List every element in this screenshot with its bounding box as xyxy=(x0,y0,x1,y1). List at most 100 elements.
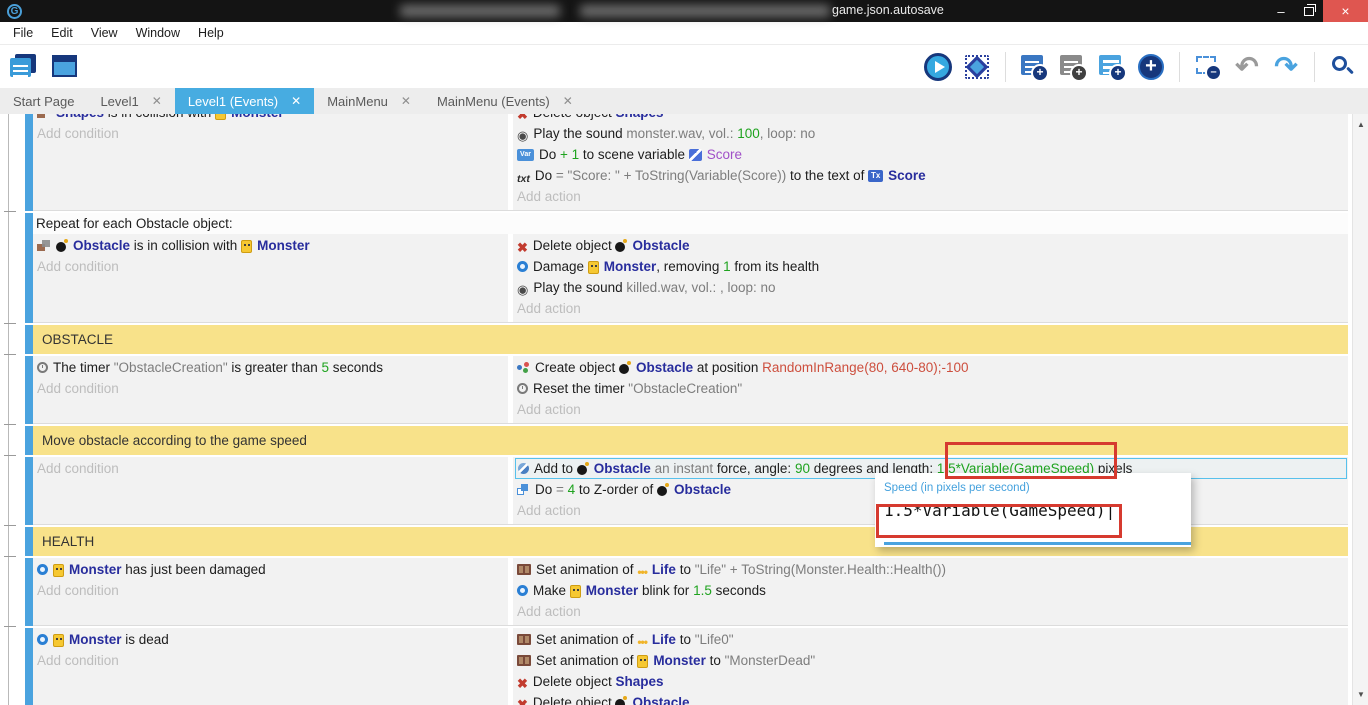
action-row[interactable]: Set animation of Monster to "MonsterDead… xyxy=(515,650,1348,671)
redo-icon[interactable] xyxy=(1271,52,1301,82)
text-segment: Obstacle xyxy=(674,482,731,497)
redacted-title-text xyxy=(400,5,560,17)
bomb-icon xyxy=(577,462,589,475)
tab-start-page[interactable]: Start Page xyxy=(0,88,87,114)
action-row[interactable]: Delete object Obstacle xyxy=(515,235,1348,256)
project-manager-icon[interactable] xyxy=(8,52,38,82)
add-condition-placeholder[interactable]: Add condition xyxy=(35,580,508,601)
text-segment: seconds xyxy=(712,583,766,598)
add-other-icon[interactable] xyxy=(1136,52,1166,82)
condition-row[interactable]: Shapes is in collision with Monster xyxy=(35,114,508,123)
add-condition-placeholder[interactable]: Add condition xyxy=(35,256,508,277)
menu-help[interactable]: Help xyxy=(189,26,233,40)
minimize-button[interactable]: – xyxy=(1267,0,1295,22)
scroll-down-icon[interactable]: ▼ xyxy=(1353,690,1368,699)
add-comment-icon[interactable] xyxy=(1058,52,1088,82)
menu-file[interactable]: File xyxy=(4,26,42,40)
gear-icon xyxy=(517,261,528,272)
text-segment: Add action xyxy=(517,189,581,204)
event-highlight-bar xyxy=(25,628,33,705)
event-block: The timer "ObstacleCreation" is greater … xyxy=(25,356,1348,424)
comment-text[interactable]: OBSTACLE xyxy=(33,325,1348,354)
annotation-red-box-input xyxy=(876,504,1122,538)
add-action-placeholder[interactable]: Add action xyxy=(515,186,1348,207)
play-icon[interactable] xyxy=(923,52,953,82)
monster-icon xyxy=(53,564,64,577)
action-row[interactable]: Create object Obstacle at position Rando… xyxy=(515,357,1348,378)
scene-editor-icon[interactable] xyxy=(50,52,80,82)
text-segment: Shapes xyxy=(56,114,104,120)
text-segment: + 1 xyxy=(560,147,579,162)
undo-icon[interactable] xyxy=(1232,52,1262,82)
action-row[interactable]: Set animation of Life to "Life" + ToStri… xyxy=(515,559,1348,580)
textobj-icon xyxy=(868,170,883,182)
action-row[interactable]: Set animation of Life to "Life0" xyxy=(515,629,1348,650)
close-icon[interactable]: ✕ xyxy=(152,94,162,108)
debug-icon[interactable] xyxy=(962,52,992,82)
menu-bar: FileEditViewWindowHelp xyxy=(0,22,1368,45)
search-icon[interactable] xyxy=(1328,52,1358,82)
close-icon[interactable]: ✕ xyxy=(401,94,411,108)
menu-edit[interactable]: Edit xyxy=(42,26,82,40)
action-row[interactable]: Damage Monster, removing 1 from its heal… xyxy=(515,256,1348,277)
event-highlight-bar xyxy=(25,426,33,455)
condition-row[interactable]: Monster is dead xyxy=(35,629,508,650)
conditions-column: Monster is deadAdd condition xyxy=(33,628,508,705)
menu-view[interactable]: View xyxy=(82,26,127,40)
add-action-placeholder[interactable]: Add action xyxy=(515,601,1348,622)
life-icon xyxy=(637,561,647,580)
action-row[interactable]: Reset the timer "ObstacleCreation" xyxy=(515,378,1348,399)
close-icon[interactable]: ✕ xyxy=(563,94,573,108)
conditions-column: Shapes is in collision with MonsterAdd c… xyxy=(33,114,508,210)
action-row[interactable]: Delete object Obstacle xyxy=(515,692,1348,705)
action-row[interactable]: Delete object Shapes xyxy=(515,114,1348,123)
close-icon[interactable]: ✕ xyxy=(291,94,301,108)
action-row[interactable]: Make Monster blink for 1.5 seconds xyxy=(515,580,1348,601)
text-segment: Add action xyxy=(517,402,581,417)
monster-icon xyxy=(570,585,581,598)
action-row[interactable]: Play the sound killed.wav, vol.: , loop:… xyxy=(515,277,1348,298)
condition-row[interactable]: Monster has just been damaged xyxy=(35,559,508,580)
tab-level1[interactable]: Level1✕ xyxy=(87,88,174,114)
input-focus-underline xyxy=(884,542,1191,545)
remove-selection-icon[interactable] xyxy=(1193,52,1223,82)
add-action-placeholder[interactable]: Add action xyxy=(515,298,1348,319)
add-subevent-icon[interactable] xyxy=(1097,52,1127,82)
event-block: Repeat for each Obstacle object:Obstacle… xyxy=(25,213,1348,323)
text-segment: 5 xyxy=(321,360,329,375)
restore-button[interactable] xyxy=(1295,0,1323,22)
vertical-scrollbar[interactable]: ▲ ▼ xyxy=(1352,114,1368,705)
monster-icon xyxy=(53,634,64,647)
anim-icon xyxy=(517,564,531,575)
action-row[interactable]: Do = "Score: " + ToString(Variable(Score… xyxy=(515,165,1348,186)
text-segment: The timer xyxy=(53,360,114,375)
add-condition-placeholder[interactable]: Add condition xyxy=(35,123,508,144)
add-condition-placeholder[interactable]: Add condition xyxy=(35,378,508,399)
tab-mainmenu[interactable]: MainMenu✕ xyxy=(314,88,424,114)
action-row[interactable]: Delete object Shapes xyxy=(515,671,1348,692)
add-condition-placeholder[interactable]: Add condition xyxy=(35,650,508,671)
event-block: Monster has just been damagedAdd conditi… xyxy=(25,558,1348,626)
text-segment: Shapes xyxy=(615,114,663,120)
repeat-event-header[interactable]: Repeat for each Obstacle object: xyxy=(33,213,1348,234)
text-segment: = "Score: " + ToString(Variable(Score)) xyxy=(556,168,786,183)
tab-mainmenu-events-[interactable]: MainMenu (Events)✕ xyxy=(424,88,586,114)
add-action-placeholder[interactable]: Add action xyxy=(515,399,1348,420)
condition-row[interactable]: The timer "ObstacleCreation" is greater … xyxy=(35,357,508,378)
text-segment: force, angle: xyxy=(713,461,795,476)
text-segment: , loop: no xyxy=(760,126,816,141)
condition-row[interactable]: Obstacle is in collision with Monster xyxy=(35,235,508,256)
toolbar xyxy=(0,45,1368,88)
action-row[interactable]: Play the sound monster.wav, vol.: 100, l… xyxy=(515,123,1348,144)
scroll-up-icon[interactable]: ▲ xyxy=(1353,120,1368,129)
text-segment: Add action xyxy=(517,604,581,619)
action-row[interactable]: Do + 1 to scene variable Score xyxy=(515,144,1348,165)
menu-window[interactable]: Window xyxy=(127,26,189,40)
text-segment: Monster xyxy=(257,238,310,253)
add-event-icon[interactable] xyxy=(1019,52,1049,82)
close-button[interactable]: × xyxy=(1323,0,1368,22)
event-body: Shapes is in collision with MonsterAdd c… xyxy=(33,114,1348,211)
comment-text[interactable]: Move obstacle according to the game spee… xyxy=(33,426,1348,455)
tab-level1-events-[interactable]: Level1 (Events)✕ xyxy=(175,88,314,114)
add-condition-placeholder[interactable]: Add condition xyxy=(35,458,508,479)
